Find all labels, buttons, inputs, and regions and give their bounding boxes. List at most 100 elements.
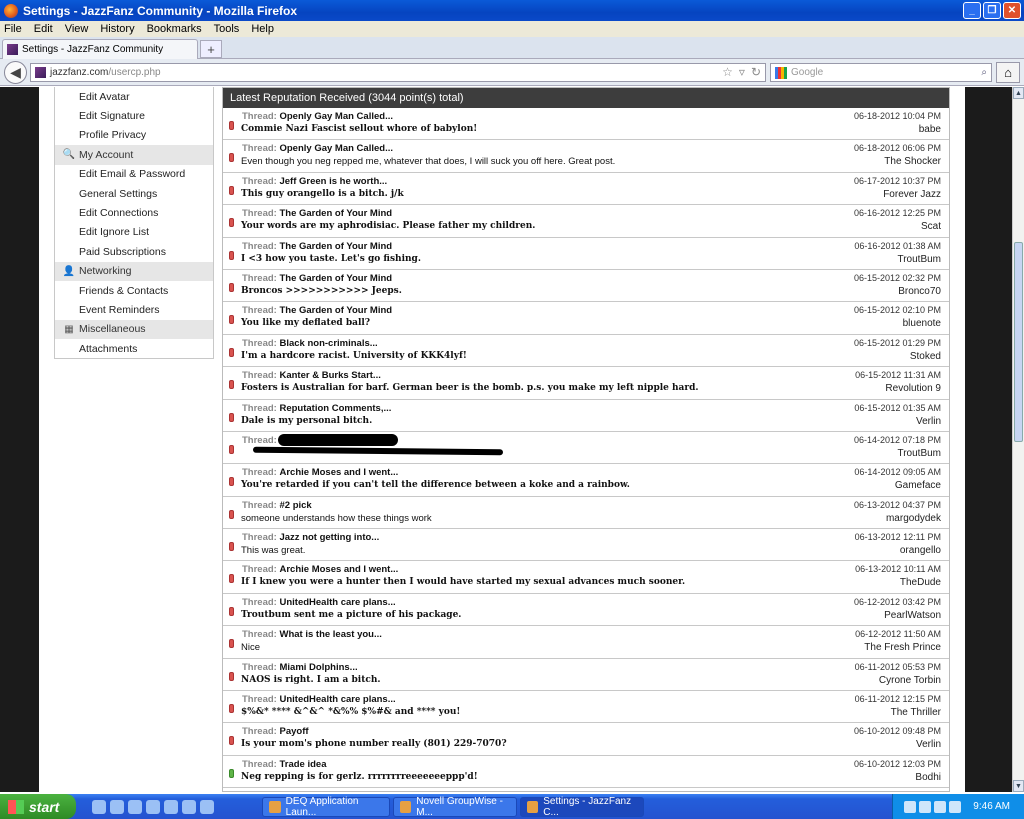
back-button[interactable]: ◀ [4,61,27,84]
network-tray-icon[interactable] [934,800,947,813]
reputation-user-link[interactable]: TroutBum [897,254,941,265]
sidebar-item-edit-connections[interactable]: Edit Connections [55,203,213,222]
reputation-user-link[interactable]: Cyrone Torbin [879,675,941,686]
thread-title-link[interactable]: Black non-criminals... [279,338,377,349]
reputation-user-link[interactable]: Bodhi [915,772,941,783]
tool-icon[interactable] [200,799,214,814]
site-identity-icon[interactable] [35,67,46,78]
home-icon: ⌂ [1004,65,1012,80]
taskbar-item-firefox[interactable]: Settings - JazzFanz C... [520,796,644,818]
vertical-scrollbar[interactable]: ▲ ▼ [1012,87,1024,792]
thread-title-link[interactable]: UnitedHealth care plans... [279,597,395,608]
minimize-button[interactable]: _ [963,2,981,19]
security-tray-icon[interactable] [919,800,932,813]
help-tray-icon[interactable] [904,800,917,813]
scroll-down-button[interactable]: ▼ [1013,780,1024,792]
redaction-mark [278,433,398,446]
start-button[interactable]: start [0,794,76,819]
sidebar-section-networking[interactable]: 👤 Networking [55,261,213,281]
clock[interactable]: 9:46 AM [973,801,1010,812]
reputation-user-link[interactable]: orangello [900,545,941,556]
scrollbar-thumb[interactable] [1014,242,1023,442]
search-bar[interactable]: Google ⌕ [770,63,992,82]
reputation-user-link[interactable]: The Thriller [891,707,941,718]
reputation-user-link[interactable]: TheDude [900,577,941,588]
reputation-user-link[interactable]: Scat [921,221,941,232]
reputation-user-link[interactable]: Stoked [910,351,941,362]
thread-title-link[interactable]: #2 pick [279,500,311,511]
sidebar-item-friends-contacts[interactable]: Friends & Contacts [55,281,213,300]
bookmark-star-icon[interactable]: ☆ [722,65,733,79]
sidebar-item-label: Profile Privacy [79,129,147,142]
menu-edit[interactable]: Edit [34,23,53,35]
thread-title-link[interactable]: UnitedHealth care plans... [279,694,395,705]
url-bar[interactable]: jazzfanz.com/usercp.php ☆ ▿ ↻ [30,63,766,82]
taskbar-item-deq[interactable]: DEQ Application Laun... [262,796,390,818]
ie-icon[interactable] [110,799,124,814]
reputation-user-link[interactable]: babe [919,124,941,135]
sidebar-item-general-settings[interactable]: General Settings [55,184,213,203]
scroll-up-button[interactable]: ▲ [1013,87,1024,99]
new-tab-button[interactable]: + [200,40,222,58]
reputation-user-link[interactable]: TroutBum [897,448,941,459]
thread-title-link[interactable]: Archie Moses and I went... [279,564,398,575]
thread-title-link[interactable]: Miami Dolphins... [279,662,357,673]
menu-bookmarks[interactable]: Bookmarks [147,23,202,35]
close-button[interactable]: ✕ [1003,2,1021,19]
document-icon[interactable] [146,799,160,814]
reputation-user-link[interactable]: bluenote [903,318,941,329]
thread-title-link[interactable]: Reputation Comments,... [279,403,391,414]
menu-history[interactable]: History [100,23,134,35]
firefox-alt-quick-icon[interactable] [182,799,196,814]
sidebar-item-attachments[interactable]: Attachments [55,339,213,358]
search-magnifier-icon[interactable]: ⌕ [981,67,987,78]
thread-title-link[interactable]: Jeff Green is he worth... [279,176,387,187]
thread-title-link[interactable]: What is the least you... [279,629,381,640]
thread-title-link[interactable]: Jazz not getting into... [279,532,379,543]
show-desktop-icon[interactable] [92,799,106,814]
sidebar-section-my-account[interactable]: 🔍 My Account [55,145,213,165]
google-engine-icon[interactable] [775,66,787,79]
thread-title-link[interactable]: Archie Moses and I went... [279,467,398,478]
sidebar-item-paid-subscriptions[interactable]: Paid Subscriptions [55,242,213,261]
sidebar-item-profile-privacy[interactable]: Profile Privacy [55,126,213,145]
menu-view[interactable]: View [65,23,89,35]
sidebar-item-edit-email-password[interactable]: Edit Email & Password [55,165,213,184]
taskbar-item-groupwise[interactable]: Novell GroupWise - M... [393,796,517,818]
reputation-user-link[interactable]: PearlWatson [884,610,941,621]
reputation-user-link[interactable]: margodydek [886,513,941,524]
thread-title-link[interactable]: Openly Gay Man Called... [279,111,393,122]
thread-title-link[interactable]: Trade idea [279,759,326,770]
menu-tools[interactable]: Tools [214,23,240,35]
reload-icon[interactable]: ↻ [751,65,761,79]
sidebar-item-event-reminders[interactable]: Event Reminders [55,300,213,319]
thread-title-link[interactable]: The Garden of Your Mind [279,305,392,316]
reputation-user-link[interactable]: Revolution 9 [885,383,941,394]
reputation-user-link[interactable]: Bronco70 [898,286,941,297]
menu-help[interactable]: Help [251,23,274,35]
tab-settings[interactable]: Settings - JazzFanz Community [2,39,198,59]
sidebar-item-edit-signature[interactable]: Edit Signature [55,106,213,125]
volume-tray-icon[interactable] [949,800,962,813]
reputation-user-link[interactable]: Verlin [916,739,941,750]
thread-title-link[interactable]: Payoff [279,726,308,737]
thread-title-link[interactable]: Openly Gay Man Called... [279,143,393,154]
thread-title-link[interactable]: The Garden of Your Mind [279,241,392,252]
sidebar-item-edit-avatar[interactable]: Edit Avatar [55,87,213,106]
thread-title-link[interactable]: The Garden of Your Mind [279,208,392,219]
home-button[interactable]: ⌂ [996,62,1020,83]
reputation-user-link[interactable]: Gameface [895,480,941,491]
thread-title-link[interactable]: The Garden of Your Mind [279,273,392,284]
menu-file[interactable]: File [4,23,22,35]
reputation-user-link[interactable]: The Shocker [884,156,941,167]
sidebar-section-miscellaneous[interactable]: ▦ Miscellaneous [55,319,213,340]
thread-title-link[interactable]: Kanter & Burks Start... [279,370,380,381]
reputation-user-link[interactable]: Verlin [916,416,941,427]
dropdown-arrow-icon[interactable]: ▿ [739,65,745,79]
sidebar-item-edit-ignore-list[interactable]: Edit Ignore List [55,223,213,242]
app-icon[interactable] [128,799,142,814]
maximize-button[interactable]: ❐ [983,2,1001,19]
reputation-user-link[interactable]: The Fresh Prince [864,642,941,653]
firefox-quick-icon[interactable] [164,799,178,814]
reputation-user-link[interactable]: Forever Jazz [883,189,941,200]
